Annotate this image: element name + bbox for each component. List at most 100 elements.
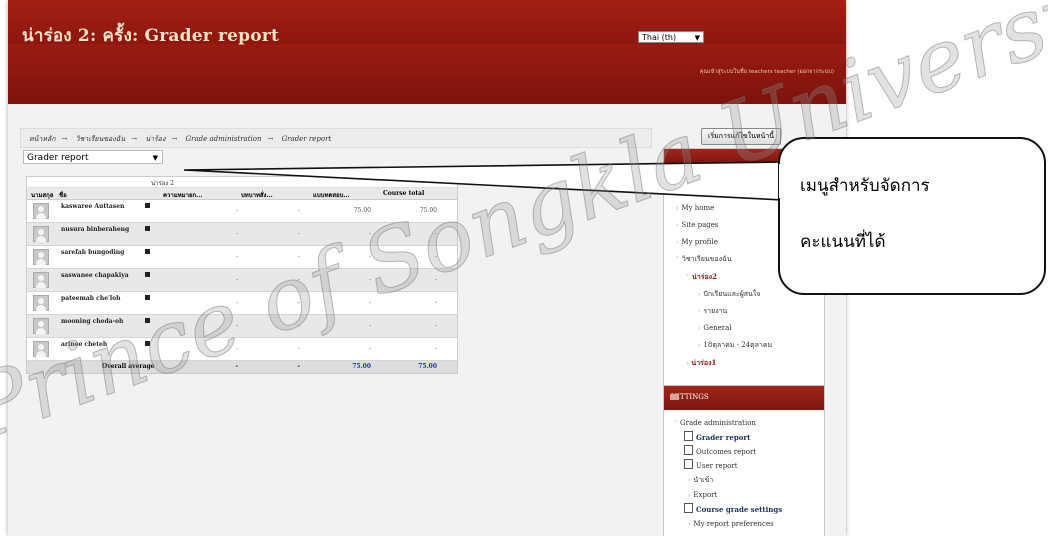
nav-item-general[interactable]: › General [676,320,772,337]
overall-cell: - [235,363,239,370]
settings-label: Grade administration [680,419,756,427]
avatar[interactable] [33,341,49,357]
grade-cell[interactable]: - [202,230,238,237]
breadcrumb-course[interactable]: น่าร้อง [145,135,165,143]
course-total-cell[interactable]: - [389,345,437,352]
nav-item-my-profile[interactable]: › My profile [676,234,772,251]
grade-cell[interactable]: - [335,276,371,283]
grade-cell[interactable]: - [202,322,238,329]
course-total-cell[interactable]: - [389,276,437,283]
grade-cell[interactable]: - [202,345,238,352]
grade-cell[interactable]: - [202,299,238,306]
settings-item-outcomes-report[interactable]: Outcomes report [674,445,782,459]
grade-cell[interactable]: - [202,207,238,214]
col-item1[interactable]: ความหมายก... [163,190,202,200]
avatar[interactable] [33,295,49,311]
avatar[interactable] [33,203,49,219]
grid-icon[interactable] [145,318,150,323]
breadcrumb-grader-report[interactable]: Grader report [282,135,332,143]
grid-icon[interactable] [145,272,150,277]
grid-icon[interactable] [145,341,150,346]
settings-item-import[interactable]: › นำเข้า [674,473,782,488]
avatar[interactable] [33,226,49,242]
course-total-cell[interactable]: - [389,230,437,237]
chevron-right-icon: › [698,308,701,315]
nav-item-course-2[interactable]: ˅ น่าร่อง2 [676,268,772,286]
table-row: sarefah bungoding - - - - [27,246,457,269]
language-select[interactable]: Thai (th) ▼ [638,31,704,43]
grade-cell[interactable]: - [272,230,300,237]
grade-cell[interactable]: - [272,345,300,352]
col-item2[interactable]: บทบาทสั่ง... [241,190,273,200]
student-name[interactable]: sarefah bungoding [61,249,124,256]
edit-page-button[interactable]: เริ่มการแก้ไขในหน้านี้ [701,128,781,145]
table-row: nusura binberaheng - - - - [27,223,457,246]
student-name[interactable]: kaswaree Auttasen [61,203,124,210]
grid-icon[interactable] [145,295,150,300]
grade-cell[interactable]: - [335,345,371,352]
grade-cell[interactable]: 75.00 [335,207,371,214]
avatar[interactable] [33,249,49,265]
category-header: น่าร่อง 2 [27,177,457,188]
grade-cell[interactable]: - [335,322,371,329]
settings-item-grader-report[interactable]: Grader report [674,431,782,445]
student-name[interactable]: nusura binberaheng [61,226,129,233]
col-course-total[interactable]: Course total [383,190,424,197]
course-total-cell[interactable]: - [389,253,437,260]
course-total-cell[interactable]: - [389,322,437,329]
col-firstname[interactable]: ชื่อ [59,190,67,200]
breadcrumb: หน้าหลัก → วิชาเรียนของฉัน → น่าร้อง → Grad… [29,134,337,145]
nav-item-participants[interactable]: › ปักเรียนและผู้สนใจ [676,286,772,303]
student-name[interactable]: saswanee chapakiya [61,272,129,279]
student-name[interactable]: mooning cheda-oh [61,318,123,325]
grade-cell[interactable]: - [272,299,300,306]
settings-block: SETTINGS ˅ Grade administration Grader re… [663,385,825,536]
student-name[interactable]: arinee cheteh [61,341,107,348]
col-item3[interactable]: แบบทดสอบ... [313,190,350,200]
nav-item-week[interactable]: › 18ตุลาคม - 24ตุลาคม [676,337,772,354]
chevron-down-icon: ˅ [686,274,689,281]
overall-total-cell: 75.00 [418,363,437,370]
settings-item-course-grade-settings[interactable]: Course grade settings [674,503,782,517]
avatar[interactable] [33,272,49,288]
grade-cell[interactable]: - [335,253,371,260]
settings-item-report-preferences[interactable]: › My report preferences [674,517,782,532]
breadcrumb-my-courses[interactable]: วิชาเรียนของฉัน [76,135,126,143]
grade-cell[interactable]: - [272,207,300,214]
grade-cell[interactable]: - [272,253,300,260]
dock-icon[interactable] [670,394,679,400]
grade-cell[interactable]: - [202,253,238,260]
nav-item-my-home[interactable]: › My home [676,200,772,217]
nav-item-course-1[interactable]: › น่าร่อง1 [676,354,772,372]
avatar[interactable] [33,318,49,334]
settings-label: My report preferences [693,520,774,528]
nav-label: ปักเรียนและผู้สนใจ [703,290,761,298]
grade-cell[interactable]: - [202,276,238,283]
grade-cell[interactable]: - [335,299,371,306]
chevron-down-icon: ▼ [694,34,700,42]
settings-label: Outcomes report [696,448,757,456]
breadcrumb-grade-admin[interactable]: Grade administration [186,135,262,143]
category-label[interactable]: น่าร่อง 2 [151,178,174,188]
course-total-cell[interactable]: 75.00 [389,207,437,214]
settings-item-grade-admin[interactable]: ˅ Grade administration [674,416,782,431]
grid-icon[interactable] [145,226,150,231]
grade-cell[interactable]: - [335,230,371,237]
nav-item-my-courses[interactable]: ˅ วิชาเรียนของฉัน [676,251,772,268]
login-info[interactable]: คุณเข้าสู่ระบบในชื่อ teachers teacher (อ… [700,68,834,76]
col-surname[interactable]: นามสกุล [31,190,53,200]
course-total-cell[interactable]: - [389,299,437,306]
nav-item-reports[interactable]: › รายงาน [676,303,772,320]
nav-item-site-pages[interactable]: › Site pages [676,217,772,234]
breadcrumb-home[interactable]: หน้าหลัก [29,135,55,143]
overall-cell: 75.00 [352,363,371,370]
student-name[interactable]: pateemah che'loh [61,295,121,302]
grid-icon[interactable] [145,249,150,254]
report-selector[interactable]: Grader report ▼ [23,150,163,164]
settings-item-export[interactable]: › Export [674,488,782,503]
grade-cell[interactable]: - [272,322,300,329]
grid-icon[interactable] [145,203,150,208]
settings-item-user-report[interactable]: User report [674,459,782,473]
document-icon [684,431,693,441]
grade-cell[interactable]: - [272,276,300,283]
